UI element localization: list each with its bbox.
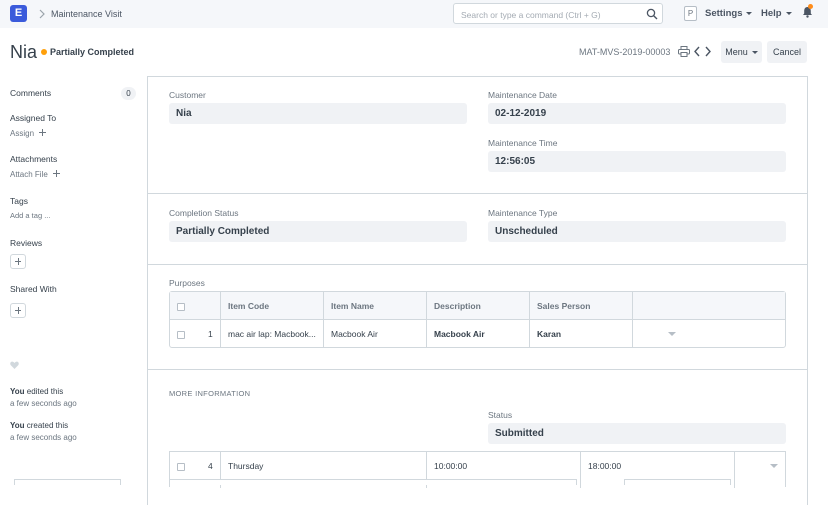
chevron-down-icon xyxy=(751,51,758,55)
app-logo[interactable]: E xyxy=(10,5,27,22)
row-checkbox[interactable] xyxy=(177,463,185,471)
activity-time: a few seconds ago xyxy=(10,399,77,408)
activity-item: You created this xyxy=(10,421,68,430)
row-index: 1 xyxy=(208,329,213,339)
like-heart-icon[interactable] xyxy=(10,361,19,369)
completion-status-field[interactable]: Partially Completed xyxy=(169,221,467,242)
activity-action: created this xyxy=(24,421,69,430)
chevron-down-icon xyxy=(785,11,792,15)
row-checkbox[interactable] xyxy=(177,331,185,339)
breadcrumb-maintenance-visit[interactable]: Maintenance Visit xyxy=(51,9,122,19)
status-label: Status xyxy=(488,410,513,420)
assign-label: Assign xyxy=(10,129,35,138)
cell-to-time[interactable]: 18:00:00 xyxy=(588,461,621,471)
select-all-checkbox[interactable] xyxy=(177,303,185,311)
attach-file-label: Attach File xyxy=(10,170,48,179)
maintenance-type-label: Maintenance Type xyxy=(488,208,558,218)
cell-item-code[interactable]: mac air lap: Macbook... xyxy=(228,329,320,339)
column-divider xyxy=(580,452,581,488)
row-dropdown-caret-icon[interactable] xyxy=(668,332,676,336)
navbar: E Maintenance Visit Search or type a com… xyxy=(0,0,828,28)
menu-button-label: Menu xyxy=(725,47,748,57)
column-divider xyxy=(529,292,530,347)
sidebar-fragment xyxy=(14,479,121,485)
column-divider xyxy=(734,452,735,488)
cell-day[interactable]: Thursday xyxy=(228,461,263,471)
cancel-button[interactable]: Cancel xyxy=(767,41,807,63)
scroll-fragment xyxy=(169,479,577,485)
user-avatar[interactable]: P xyxy=(684,6,697,21)
purposes-label: Purposes xyxy=(169,278,205,288)
assign-link[interactable]: Assign xyxy=(10,129,47,138)
maintenance-time-field[interactable]: 12:56:05 xyxy=(488,151,786,172)
cell-description[interactable]: Macbook Air xyxy=(434,329,485,339)
activity-item: You edited this xyxy=(10,387,63,396)
purposes-table: Item Code Item Name Description Sales Pe… xyxy=(169,291,786,348)
status-field[interactable]: Submitted xyxy=(488,423,786,444)
chevron-down-icon xyxy=(746,11,753,15)
breadcrumb-chevron-icon xyxy=(39,9,45,19)
status-indicator-dot xyxy=(41,49,47,55)
sidebar-shared-with-label: Shared With xyxy=(10,284,57,294)
column-header-item-code[interactable]: Item Code xyxy=(228,301,269,311)
search-input[interactable]: Search or type a command (Ctrl + G) xyxy=(453,3,663,24)
document-name: MAT-MVS-2019-00003 xyxy=(579,47,671,57)
menu-button[interactable]: Menu xyxy=(721,41,762,63)
column-divider xyxy=(632,292,633,347)
sidebar-assigned-to-label: Assigned To xyxy=(10,113,57,123)
maintenance-type-field[interactable]: Unscheduled xyxy=(488,221,786,242)
attach-file-link[interactable]: Attach File xyxy=(10,170,61,179)
activity-action: edited this xyxy=(24,387,64,396)
settings-label: Settings xyxy=(705,8,743,19)
column-divider xyxy=(426,292,427,347)
activity-user: You xyxy=(10,421,25,430)
activity-user: You xyxy=(10,387,25,396)
add-tag-link[interactable]: Add a tag ... xyxy=(10,211,50,220)
add-review-button[interactable] xyxy=(10,254,26,269)
sidebar-comments-label[interactable]: Comments xyxy=(10,88,51,98)
row-index: 4 xyxy=(208,461,213,471)
comments-count-badge: 0 xyxy=(121,87,136,100)
help-label: Help xyxy=(761,8,782,19)
maintenance-date-field[interactable]: 02-12-2019 xyxy=(488,103,786,124)
sidebar-attachments-label: Attachments xyxy=(10,154,58,164)
print-icon[interactable] xyxy=(678,46,690,57)
add-share-button[interactable] xyxy=(10,303,26,318)
search-placeholder: Search or type a command (Ctrl + G) xyxy=(461,10,601,20)
help-dropdown[interactable]: Help xyxy=(761,8,792,19)
column-divider xyxy=(220,292,221,347)
cell-from-time[interactable]: 10:00:00 xyxy=(434,461,467,471)
maintenance-date-label: Maintenance Date xyxy=(488,90,557,100)
cell-item-name[interactable]: Macbook Air xyxy=(331,329,378,339)
maintenance-time-label: Maintenance Time xyxy=(488,138,558,148)
settings-dropdown[interactable]: Settings xyxy=(705,8,753,19)
cell-sales-person[interactable]: Karan xyxy=(537,329,561,339)
plus-icon xyxy=(53,170,61,177)
column-header-description[interactable]: Description xyxy=(434,301,481,311)
section-divider xyxy=(147,264,808,265)
status-indicator: Partially Completed xyxy=(50,47,135,57)
search-icon[interactable] xyxy=(646,8,658,20)
section-divider xyxy=(147,193,808,194)
more-information-heading: MORE INFORMATION xyxy=(169,389,251,398)
customer-field[interactable]: Nia xyxy=(169,103,467,124)
row-dropdown-caret-icon[interactable] xyxy=(770,464,778,468)
page-title: Nia xyxy=(10,42,38,62)
sidebar-reviews-label: Reviews xyxy=(10,238,43,248)
column-header-item-name[interactable]: Item Name xyxy=(331,301,374,311)
plus-icon xyxy=(39,129,47,136)
activity-time: a few seconds ago xyxy=(10,433,77,442)
notification-dot xyxy=(808,4,813,9)
column-header-sales-person[interactable]: Sales Person xyxy=(537,301,590,311)
next-record-icon[interactable] xyxy=(704,46,712,57)
column-divider xyxy=(323,292,324,347)
previous-record-icon[interactable] xyxy=(693,46,701,57)
sidebar-tags-label: Tags xyxy=(10,196,28,206)
customer-label: Customer xyxy=(169,90,206,100)
completion-status-label: Completion Status xyxy=(169,208,239,218)
scroll-fragment xyxy=(624,479,731,485)
section-divider xyxy=(147,369,808,370)
